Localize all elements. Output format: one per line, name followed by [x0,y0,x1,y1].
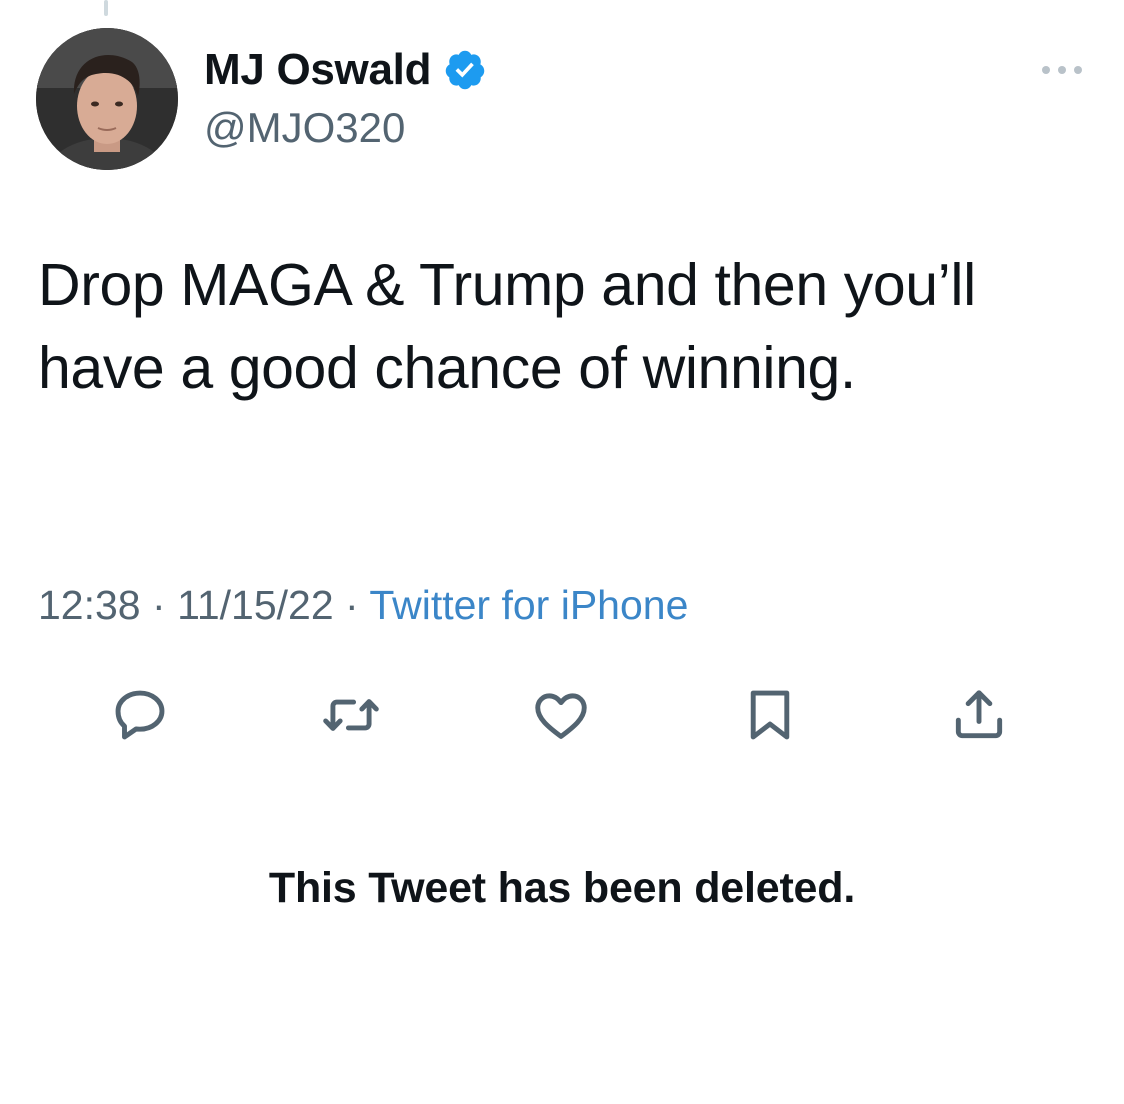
author-display-name[interactable]: MJ Oswald [204,45,431,95]
tweet-date[interactable]: 11/15/22 [177,582,334,628]
deleted-tweet-notice: This Tweet has been deleted. [268,864,856,912]
heart-icon [535,693,587,739]
tweet-text: Drop MAGA & Trump and then you’ll have a… [38,252,976,401]
more-options-icon[interactable] [1038,60,1086,80]
retweet-button[interactable] [318,682,384,748]
reply-button[interactable] [107,682,173,748]
like-button[interactable] [528,682,594,748]
tweet-time[interactable]: 12:38 [38,582,141,628]
verified-badge-icon [443,48,487,92]
avatar[interactable] [36,28,178,170]
author-handle[interactable]: @MJO320 [204,104,405,152]
meta-separator: · [152,582,178,628]
speech-bubble-icon [115,690,165,740]
share-upload-icon [955,690,1003,739]
share-button[interactable] [946,682,1012,748]
author-name-row[interactable]: MJ Oswald [204,44,487,96]
profile-photo-icon [36,28,178,170]
bookmark-icon [750,690,790,740]
meta-separator: · [345,582,370,628]
bookmark-button[interactable] [737,682,803,748]
tweet-metadata: 12:38 · 11/15/22 · Twitter for iPhone [38,582,688,629]
thread-connector-line [104,0,108,16]
retweet-arrows-icon [323,699,379,731]
tweet-view: MJ Oswald @MJO320 Drop MAGA & Trump and … [0,0,1124,1104]
tweet-source-link[interactable]: Twitter for iPhone [369,582,688,628]
tweet-action-bar [0,682,1124,752]
